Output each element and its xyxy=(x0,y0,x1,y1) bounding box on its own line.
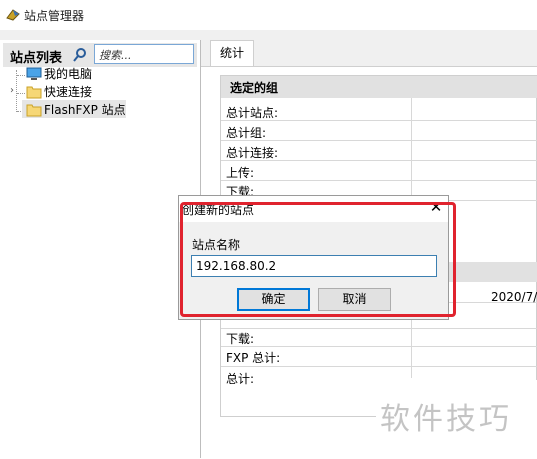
tree-item-quick-connect[interactable]: 快速连接 xyxy=(44,83,92,101)
stat-label-total-groups: 总计组: xyxy=(226,126,267,140)
stat-label-total-sites: 总计站点: xyxy=(226,106,279,120)
computer-icon xyxy=(26,67,42,80)
expand-chevron-icon[interactable]: › xyxy=(10,85,14,96)
folder-icon xyxy=(26,104,42,117)
group-title: 选定的组 xyxy=(230,81,279,95)
search-icon[interactable] xyxy=(72,47,88,63)
stat-label-upload: 上传: xyxy=(226,166,255,180)
stat-label-total: 总计: xyxy=(226,372,255,386)
tree-connector xyxy=(17,75,25,76)
watermark-text: 软件技巧 xyxy=(380,402,512,437)
app-icon xyxy=(6,9,20,21)
annotation-highlight-box xyxy=(180,202,456,317)
column-divider xyxy=(411,98,412,198)
stat-label-download-2: 下载: xyxy=(226,332,255,346)
stat-date-value: 2020/7/ xyxy=(491,290,537,304)
tree-connector xyxy=(16,70,17,112)
stat-label-fxp-total: FXP 总计: xyxy=(226,351,281,365)
stats-row xyxy=(221,121,537,141)
stat-label-total-connections: 总计连接: xyxy=(226,146,279,160)
tree-item-my-computer[interactable]: 我的电脑 xyxy=(44,65,92,83)
window-title: 站点管理器 xyxy=(24,9,85,23)
tree-item-flashfxp-sites[interactable]: FlashFXP 站点 xyxy=(44,101,126,119)
overlapping-title-fragment: ··· xyxy=(222,0,232,5)
tree-connector xyxy=(17,93,25,94)
title-bar: 站点管理器 ··· xyxy=(0,0,537,30)
site-list-title: 站点列表 xyxy=(10,51,63,66)
site-search-input[interactable]: 搜索... xyxy=(94,44,194,64)
folder-icon xyxy=(26,86,42,99)
stats-row xyxy=(221,161,537,181)
tab-statistics[interactable]: 统计 xyxy=(210,40,254,66)
stats-row xyxy=(221,327,537,347)
